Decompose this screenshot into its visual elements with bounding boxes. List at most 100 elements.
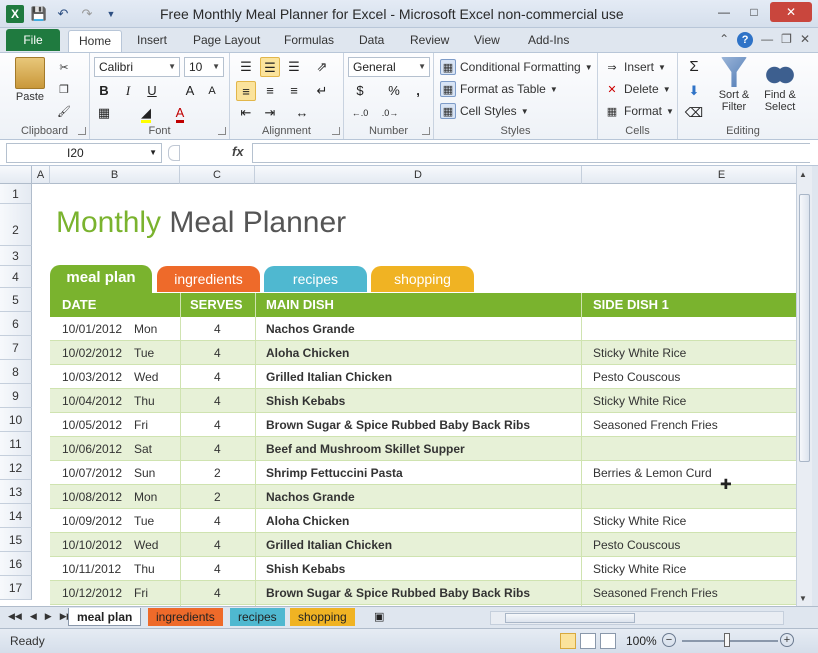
cell-side-dish[interactable]: Sticky White Rice (593, 389, 686, 413)
formula-expand-handle[interactable] (168, 145, 180, 161)
cell-serves[interactable]: 4 (214, 557, 221, 581)
increase-decimal-button[interactable]: ←.0 (350, 103, 370, 123)
cell-date[interactable]: 10/10/2012 (62, 533, 122, 557)
cell-day[interactable]: Mon (134, 317, 157, 341)
tab-view[interactable]: View (474, 30, 500, 52)
borders-button[interactable]: ▦ (94, 103, 114, 123)
cell-main-dish[interactable]: Brown Sugar & Spice Rubbed Baby Back Rib… (266, 581, 530, 605)
font-size-select[interactable]: 10 ▼ (184, 57, 224, 77)
grow-font-button[interactable]: A (180, 81, 200, 101)
nav-tab-ingredients[interactable]: ingredients (157, 266, 260, 292)
align-top-button[interactable]: ☰ (236, 57, 256, 77)
clear-button[interactable]: ⌫ (684, 103, 704, 123)
cell-main-dish[interactable]: Grilled Italian Chicken (266, 365, 392, 389)
row-header[interactable]: 1 (0, 184, 32, 204)
align-right-button[interactable]: ≡ (284, 81, 304, 101)
cell-main-dish[interactable]: Aloha Chicken (266, 509, 349, 533)
formula-input[interactable] (252, 143, 810, 163)
cell-serves[interactable]: 4 (214, 509, 221, 533)
doc-close-icon[interactable]: ✕ (800, 32, 810, 48)
align-bottom-button[interactable]: ☰ (284, 57, 304, 77)
insert-function-button[interactable]: fx (232, 144, 244, 159)
align-middle-button[interactable]: ☰ (260, 57, 280, 77)
row-header[interactable]: 9 (0, 384, 32, 408)
cell-day[interactable]: Wed (134, 365, 158, 389)
zoom-slider-track[interactable] (682, 640, 778, 642)
column-header-a[interactable]: A (32, 166, 50, 184)
doc-minimize-icon[interactable]: — (761, 32, 773, 48)
first-sheet-icon[interactable]: ◀◀ (8, 611, 22, 622)
cell-side-dish[interactable]: Sticky White Rice (593, 557, 686, 581)
cell-main-dish[interactable]: Nachos Grande (266, 485, 355, 509)
tab-insert[interactable]: Insert (137, 30, 167, 52)
horizontal-scroll-thumb[interactable] (505, 613, 635, 623)
row-header[interactable]: 8 (0, 360, 32, 384)
cell-main-dish[interactable]: Grilled Italian Chicken (266, 533, 392, 557)
fill-color-button[interactable]: ◢ (136, 103, 156, 123)
cell-day[interactable]: Tue (134, 509, 154, 533)
normal-view-button[interactable] (560, 633, 576, 649)
name-box[interactable]: I20 ▼ (6, 143, 162, 163)
cell-main-dish[interactable]: Shish Kebabs (266, 389, 345, 413)
row-header[interactable]: 11 (0, 432, 32, 456)
fill-button[interactable]: ⬇ (684, 81, 704, 101)
format-painter-button[interactable]: 🖌 (56, 101, 72, 121)
cell-side-dish[interactable]: Berries & Lemon Curd (593, 461, 712, 485)
row-header[interactable]: 15 (0, 528, 32, 552)
format-cells-button[interactable]: ▦ Format ▼ (604, 101, 674, 121)
row-header[interactable]: 7 (0, 336, 32, 360)
save-icon[interactable]: 💾 (30, 5, 48, 23)
sheet-tab-recipes[interactable]: recipes (230, 608, 285, 626)
sheet-tab-shopping[interactable]: shopping (290, 608, 355, 626)
tab-review[interactable]: Review (410, 30, 449, 52)
cell-main-dish[interactable]: Aloha Chicken (266, 341, 349, 365)
cell-day[interactable]: Fri (134, 581, 148, 605)
close-button[interactable]: ✕ (770, 2, 812, 22)
header-date[interactable]: DATE (62, 293, 96, 317)
number-format-select[interactable]: General ▼ (348, 57, 430, 77)
row-header[interactable]: 4 (0, 266, 32, 288)
help-icon[interactable]: ? (737, 32, 754, 48)
font-color-button[interactable]: A (170, 103, 190, 123)
nav-tab-recipes[interactable]: recipes (264, 266, 367, 292)
increase-indent-button[interactable]: ⇥ (260, 103, 280, 123)
alignment-launcher-icon[interactable] (332, 127, 340, 135)
number-launcher-icon[interactable] (422, 127, 430, 135)
format-as-table-button[interactable]: ▦ Format as Table ▼ (440, 79, 558, 99)
italic-button[interactable]: I (118, 81, 138, 101)
prev-sheet-icon[interactable]: ◀ (30, 611, 37, 622)
header-main-dish[interactable]: MAIN DISH (266, 293, 334, 317)
cell-date[interactable]: 10/12/2012 (62, 581, 122, 605)
sheet-tab-meal-plan[interactable]: meal plan (68, 608, 142, 626)
nav-tab-meal-plan[interactable]: meal plan (50, 265, 152, 293)
row-header[interactable]: 3 (0, 246, 32, 266)
cell-date[interactable]: 10/11/2012 (62, 557, 121, 581)
cell-main-dish[interactable]: Beef and Mushroom Skillet Supper (266, 437, 465, 461)
cell-serves[interactable]: 4 (214, 365, 221, 389)
wrap-text-button[interactable]: ↵ (312, 81, 332, 101)
cut-button[interactable]: ✂ (56, 57, 72, 77)
orientation-button[interactable]: ⇗ (312, 57, 332, 77)
customize-qat-icon[interactable]: ▼ (102, 5, 120, 23)
find-select-button[interactable]: Find & Select (758, 57, 802, 113)
cell-side-dish[interactable]: Seasoned French Fries (593, 413, 718, 437)
cell-styles-button[interactable]: ▦ Cell Styles ▼ (440, 101, 529, 121)
minimize-button[interactable]: — (710, 2, 738, 22)
page-layout-view-button[interactable] (580, 633, 596, 649)
undo-icon[interactable]: ↶ (54, 5, 72, 23)
tab-formulas[interactable]: Formulas (284, 30, 334, 52)
sort-filter-button[interactable]: Sort & Filter (714, 57, 754, 113)
doc-restore-icon[interactable]: ❐ (781, 32, 792, 48)
row-header[interactable]: 10 (0, 408, 32, 432)
autosum-button[interactable]: Σ (684, 57, 704, 77)
row-header[interactable]: 12 (0, 456, 32, 480)
zoom-in-button[interactable]: + (780, 633, 794, 647)
comma-button[interactable]: , (408, 81, 428, 101)
cell-serves[interactable]: 4 (214, 581, 221, 605)
column-header-d[interactable]: D (255, 166, 582, 184)
font-name-select[interactable]: Calibri ▼ (94, 57, 180, 77)
cell-date[interactable]: 10/04/2012 (62, 389, 122, 413)
row-header[interactable]: 17 (0, 576, 32, 600)
cell-serves[interactable]: 4 (214, 437, 221, 461)
cell-date[interactable]: 10/08/2012 (62, 485, 122, 509)
